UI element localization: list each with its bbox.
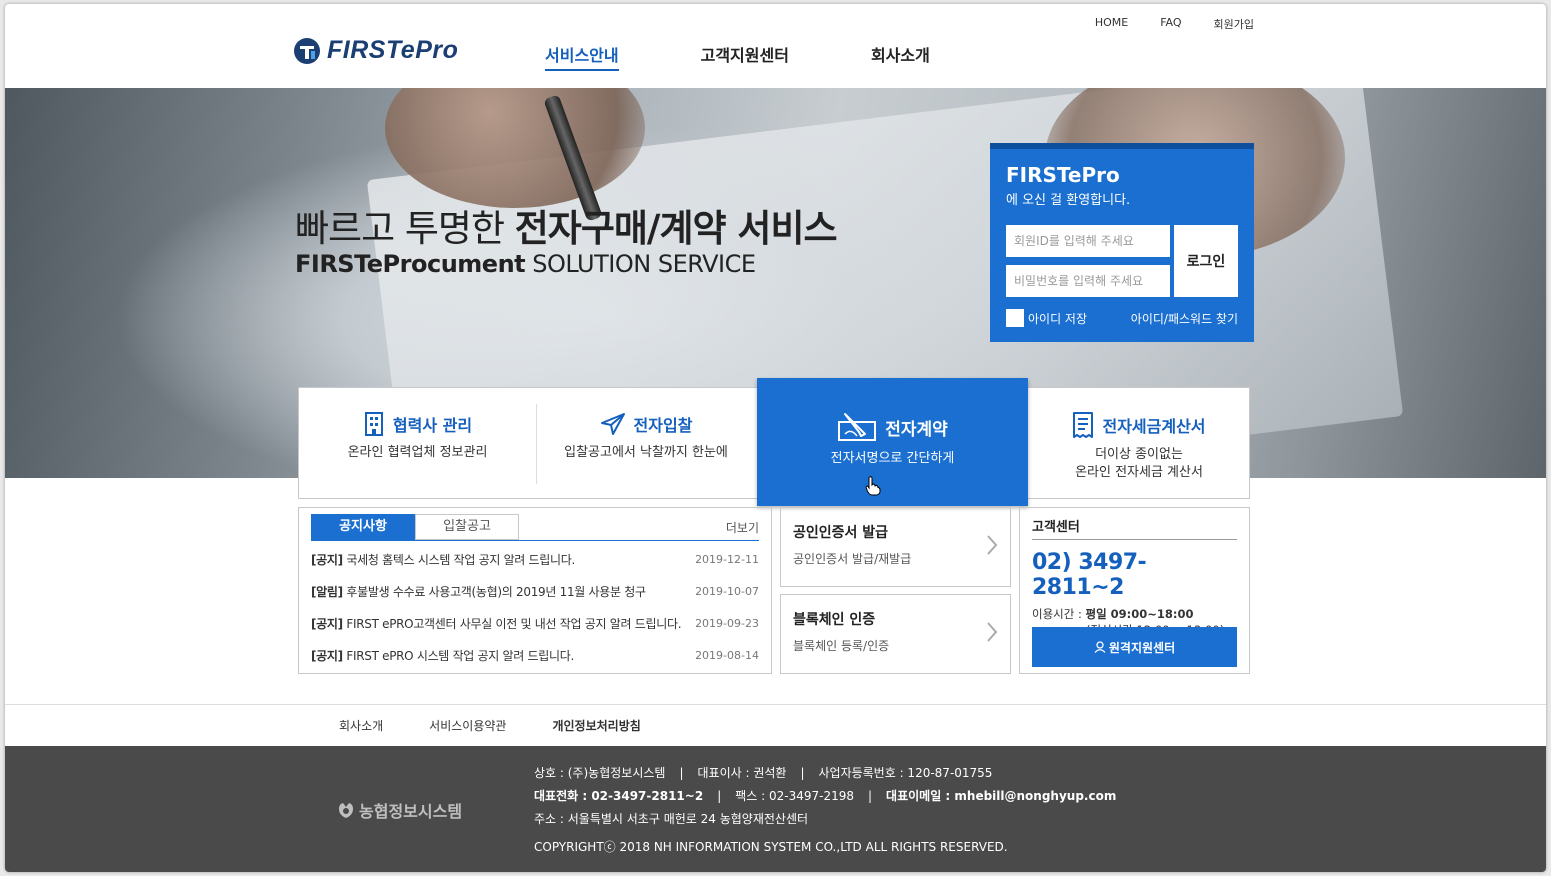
- main-nav: 서비스안내 고객지원센터 회사소개: [545, 42, 1012, 71]
- building-icon: [364, 412, 383, 436]
- remote-support-button[interactable]: 원격지원센터: [1032, 627, 1237, 667]
- certificate-issue-card[interactable]: 공인인증서 발급 공인인증서 발급/재발급: [780, 507, 1011, 587]
- service-title: 전자입찰: [633, 416, 693, 435]
- service-e-bidding[interactable]: 전자입찰 입찰공고에서 낙찰까지 한눈에: [537, 388, 755, 498]
- chevron-right-icon: [987, 535, 998, 555]
- site-logo[interactable]: FIRSTePro: [293, 36, 458, 65]
- more-link[interactable]: 더보기: [726, 519, 759, 536]
- blockchain-auth-card[interactable]: 블록체인 인증 블록체인 등록/인증: [780, 594, 1011, 674]
- util-faq-link[interactable]: FAQ: [1160, 16, 1181, 32]
- user-icon: [1094, 641, 1106, 653]
- service-e-contract[interactable]: 전자계약 전자서명으로 간단하게: [757, 378, 1028, 506]
- find-account-link[interactable]: 아이디/패스워드 찾기: [1131, 310, 1238, 327]
- list-item[interactable]: [공지] FIRST ePRO 시스템 작업 공지 알려 드립니다. 2019-0…: [311, 640, 759, 672]
- service-desc: 온라인 협력업체 정보관리: [347, 445, 488, 460]
- service-title: 협력사 관리: [392, 416, 473, 435]
- password-input[interactable]: [1006, 265, 1170, 297]
- tab-bid-announcements[interactable]: 입찰공고: [415, 514, 519, 540]
- tab-notices[interactable]: 공지사항: [311, 514, 415, 540]
- logo-text: FIRSTePro: [327, 36, 459, 64]
- checkbox-box[interactable]: [1006, 309, 1024, 327]
- hand-cursor-icon: [865, 476, 881, 496]
- firstepro-logo-icon: [294, 37, 320, 64]
- login-welcome: 에 오신 걸 환영합니다.: [1006, 193, 1131, 208]
- save-id-label: 아이디 저장: [1028, 311, 1088, 326]
- list-item[interactable]: [알림] 후불발생 수수료 사용고객(농협)의 2019년 11월 사용분 청구…: [311, 576, 759, 608]
- nav-company-intro[interactable]: 회사소개: [871, 42, 930, 71]
- hero-title: 빠르고 투명한 전자구매/계약 서비스: [295, 207, 838, 250]
- service-partner-management[interactable]: 협력사 관리 온라인 협력업체 정보관리: [299, 388, 536, 498]
- nav-customer-support[interactable]: 고객지원센터: [701, 42, 789, 71]
- footer-links: 회사소개 서비스이용약관 개인정보처리방침: [5, 704, 1546, 746]
- footer-company-link[interactable]: 회사소개: [339, 717, 383, 734]
- divider: [311, 540, 759, 541]
- service-title: 전자계약: [885, 419, 948, 440]
- login-brand: FIRSTePro: [1006, 163, 1120, 187]
- list-item[interactable]: [공지] 국세청 홈텍스 시스템 작업 공지 알려 드립니다. 2019-12-1…: [311, 544, 759, 576]
- service-title: 전자세금계산서: [1102, 417, 1206, 436]
- support-title: 고객센터: [1032, 516, 1237, 540]
- service-e-tax-invoice[interactable]: 전자세금계산서 더이상 종이없는 온라인 전자세금 계산서: [1028, 388, 1250, 498]
- footer: 농협정보시스템 상호 : (주)농협정보시스템 | 대표이사 : 권석환 | 사업자등록…: [5, 746, 1546, 872]
- nh-logo-icon: [339, 803, 353, 818]
- user-id-input[interactable]: [1006, 225, 1170, 257]
- footer-info: 상호 : (주)농협정보시스템 | 대표이사 : 권석환 | 사업자등록번호 : 120…: [534, 766, 1117, 826]
- cert-desc: 블록체인 등록/인증: [793, 639, 890, 653]
- util-home-link[interactable]: HOME: [1095, 16, 1128, 32]
- service-desc: 전자서명으로 간단하게: [830, 451, 955, 466]
- notice-panel: 공지사항 입찰공고 더보기 [공지] 국세청 홈텍스 시스템 작업 공지 알려 …: [298, 507, 772, 674]
- send-icon: [600, 413, 625, 435]
- service-desc: 더이상 종이없는 온라인 전자세금 계산서: [1075, 447, 1203, 480]
- copyright: COPYRIGHTⓒ 2018 NH INFORMATION SYSTEM CO…: [534, 840, 1008, 854]
- browser-window: HOME FAQ 회원가입 FIRSTePro 서비스안내 고객지원센터 회사소…: [5, 4, 1546, 872]
- login-box: FIRSTePro 에 오신 걸 환영합니다. 로그인 아이디 저장 아이디/패…: [990, 143, 1254, 342]
- login-button[interactable]: 로그인: [1174, 225, 1238, 297]
- util-signup-link[interactable]: 회원가입: [1214, 16, 1254, 32]
- service-desc: 입찰공고에서 낙찰까지 한눈에: [564, 445, 728, 460]
- nav-service-info[interactable]: 서비스안내: [545, 42, 619, 71]
- customer-center-panel: 고객센터 02) 3497-2811~2 이용시간 : 평일 09:00~18:…: [1019, 507, 1250, 674]
- footer-terms-link[interactable]: 서비스이용약관: [429, 717, 506, 734]
- receipt-icon: [1073, 412, 1094, 438]
- save-id-checkbox[interactable]: 아이디 저장: [1006, 309, 1087, 327]
- cert-title: 블록체인 인증: [793, 612, 876, 628]
- cert-title: 공인인증서 발급: [793, 525, 889, 541]
- cert-desc: 공인인증서 발급/재발급: [793, 552, 912, 566]
- support-phone: 02) 3497-2811~2: [1032, 550, 1147, 600]
- chevron-right-icon: [987, 622, 998, 642]
- hero-subtitle: FIRSTeProcument SOLUTION SERVICE: [295, 250, 756, 278]
- notice-list: [공지] 국세청 홈텍스 시스템 작업 공지 알려 드립니다. 2019-12-1…: [311, 544, 759, 672]
- footer-privacy-link[interactable]: 개인정보처리방침: [552, 717, 640, 734]
- footer-logo: 농협정보시스템: [337, 798, 462, 822]
- list-item[interactable]: [공지] FIRST ePRO고객센터 사무실 이전 및 내선 작업 공지 알려…: [311, 608, 759, 640]
- utility-nav: HOME FAQ 회원가입: [1095, 16, 1254, 32]
- signature-icon: [838, 413, 877, 441]
